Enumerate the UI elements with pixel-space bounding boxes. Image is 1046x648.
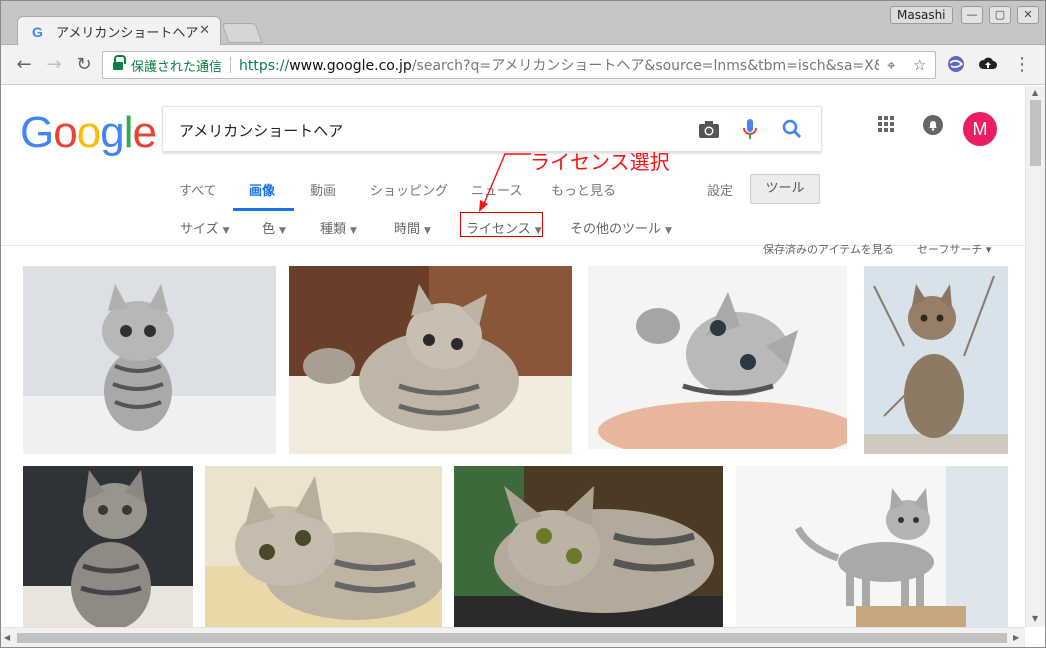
tab-close-icon[interactable]: ✕ — [199, 23, 210, 38]
url-path: /search?q=アメリカンショートヘア&source=lnms&tbm=is… — [411, 58, 879, 74]
bookmark-star-icon[interactable]: ☆ — [913, 56, 926, 74]
microphone-icon[interactable] — [737, 116, 763, 142]
scroll-left-icon[interactable]: ◀ — [4, 633, 10, 642]
browser-toolbar: ← → ↻ 保護された通信 https://www.google.co.jp/s… — [1, 45, 1045, 85]
filter-type[interactable]: 種類 ▼ — [320, 218, 357, 237]
image-result[interactable] — [289, 266, 572, 454]
tab-title: アメリカンショートヘア — [56, 26, 199, 41]
scroll-right-icon[interactable]: ▶ — [1013, 633, 1019, 642]
filter-time[interactable]: 時間 ▼ — [394, 218, 431, 237]
tab-strip: G アメリカンショートヘア ✕ Masashi — ▢ ✕ — [1, 1, 1045, 46]
omnibox-separator — [230, 57, 232, 73]
image-result[interactable] — [23, 266, 276, 454]
google-logo[interactable]: Google — [20, 108, 157, 158]
filter-color[interactable]: 色 ▼ — [262, 218, 286, 237]
menu-kebab-icon[interactable]: ⋮ — [1011, 54, 1033, 76]
address-bar[interactable]: 保護された通信 https://www.google.co.jp/search?… — [102, 51, 936, 79]
search-query: アメリカンショートヘア — [179, 122, 344, 140]
browser-tab[interactable]: G アメリカンショートヘア ✕ — [17, 16, 221, 46]
search-input[interactable]: アメリカンショートヘア — [162, 106, 822, 152]
tab-shopping[interactable]: ショッピング — [370, 180, 448, 199]
browser-window: G アメリカンショートヘア ✕ Masashi — ▢ ✕ ← → ↻ 保護され… — [0, 0, 1046, 648]
tab-images[interactable]: 画像 — [249, 180, 275, 199]
camera-icon[interactable] — [696, 116, 722, 142]
image-result[interactable] — [23, 466, 193, 627]
minimize-button[interactable]: — — [961, 6, 983, 24]
dropdown-arrow-icon: ▼ — [424, 226, 431, 236]
lock-icon — [113, 54, 126, 71]
dropdown-arrow-icon: ▼ — [665, 226, 672, 236]
image-result[interactable] — [205, 466, 442, 627]
cloud-upload-icon[interactable] — [977, 54, 999, 76]
dropdown-arrow-icon: ▼ — [350, 226, 357, 236]
tools-button[interactable]: ツール — [750, 174, 820, 204]
active-tab-indicator — [233, 208, 294, 211]
filter-size[interactable]: サイズ ▼ — [180, 218, 230, 237]
url-text[interactable]: https://www.google.co.jp/search?q=アメリカンシ… — [239, 55, 879, 75]
back-arrow-icon[interactable]: ← — [13, 54, 35, 76]
tab-all[interactable]: すべて — [179, 180, 217, 199]
extension-globe-icon[interactable] — [945, 54, 967, 76]
image-result[interactable] — [588, 266, 847, 449]
horizontal-scrollbar[interactable]: ◀ ▶ — [1, 627, 1025, 647]
annotation-arrow — [479, 153, 531, 212]
apps-grid-icon[interactable] — [876, 114, 896, 138]
horizontal-scroll-thumb[interactable] — [17, 633, 1007, 643]
dropdown-arrow-icon: ▼ — [279, 226, 286, 236]
image-result[interactable] — [864, 266, 1008, 454]
scroll-down-icon[interactable]: ▼ — [1032, 614, 1038, 623]
license-highlight-box — [460, 212, 543, 237]
image-result[interactable] — [454, 466, 723, 627]
url-host: www.google.co.jp — [289, 58, 412, 74]
tab-videos[interactable]: 動画 — [310, 180, 336, 199]
location-icon[interactable]: ⌖ — [887, 56, 895, 74]
search-icon[interactable] — [779, 116, 805, 142]
tab-settings[interactable]: 設定 — [707, 180, 733, 199]
image-result[interactable] — [736, 466, 1008, 627]
forward-arrow-icon[interactable]: → — [43, 54, 65, 76]
close-window-button[interactable]: ✕ — [1017, 6, 1039, 24]
filter-other-tools[interactable]: その他のツール ▼ — [570, 218, 672, 237]
avatar-letter: M — [973, 119, 988, 139]
avatar[interactable]: M — [963, 112, 997, 150]
annotation-label: ライセンス選択 — [530, 150, 670, 174]
url-scheme: https:// — [239, 58, 290, 74]
safe-search-menu[interactable]: セーフサーチ ▾ — [917, 241, 991, 257]
reload-icon[interactable]: ↻ — [73, 54, 95, 76]
vertical-scrollbar[interactable]: ▲ ▼ — [1025, 86, 1045, 627]
search-results-page: Google アメリカンショートヘア M すべて 画像 動画 ショッピング ニュ… — [1, 86, 1025, 627]
dropdown-arrow-icon: ▼ — [222, 226, 230, 236]
new-tab-button[interactable] — [221, 23, 263, 43]
maximize-button[interactable]: ▢ — [989, 6, 1011, 24]
saved-items-link[interactable]: 保存済みのアイテムを見る — [763, 241, 894, 257]
scroll-up-icon[interactable]: ▲ — [1032, 88, 1038, 97]
vertical-scroll-thumb[interactable] — [1030, 100, 1041, 166]
profile-badge[interactable]: Masashi — [890, 6, 953, 24]
secure-label: 保護された通信 — [131, 59, 223, 75]
google-favicon-icon: G — [32, 23, 43, 40]
notifications-bell-icon[interactable] — [922, 114, 944, 140]
tab-more[interactable]: もっと見る — [551, 180, 616, 199]
